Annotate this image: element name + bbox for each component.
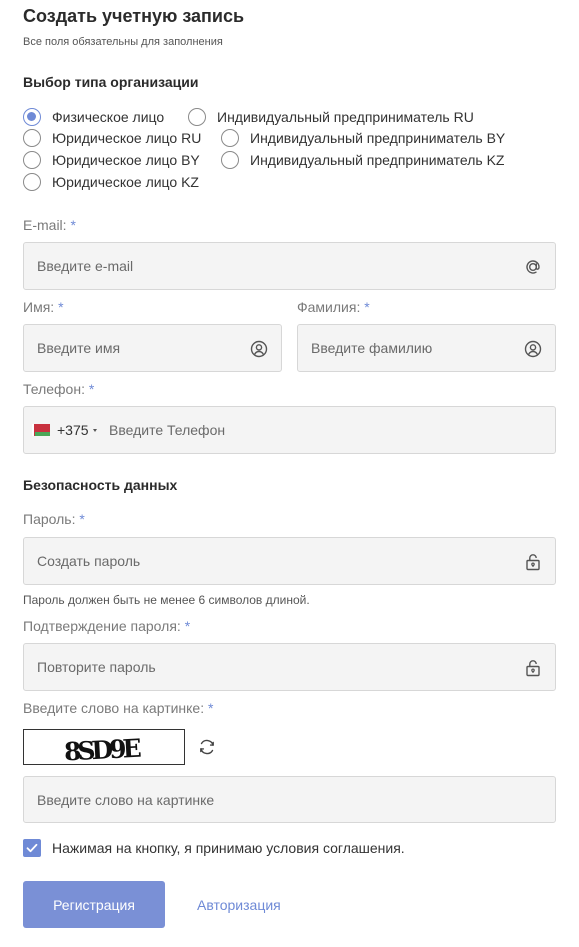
login-link[interactable]: Авторизация: [197, 897, 281, 913]
checkmark-icon: [26, 843, 38, 853]
first-name-label: Имя: *: [23, 299, 64, 315]
radio-circle: [221, 151, 239, 169]
agreement-checkbox[interactable]: [23, 839, 41, 857]
radio-circle: [23, 151, 41, 169]
page-title: Создать учетную запись: [23, 6, 245, 26]
security-heading: Безопасность данных: [23, 477, 178, 493]
radio-legal-ru[interactable]: Юридическое лицо RU: [23, 128, 201, 148]
country-code: +375: [57, 422, 89, 438]
radio-label: Юридическое лицо KZ: [52, 174, 199, 190]
password-field-wrap: [23, 537, 556, 585]
captcha-distorted-text: 8SD9E: [63, 734, 141, 765]
refresh-icon[interactable]: [197, 737, 217, 757]
last-name-field[interactable]: [298, 325, 555, 371]
confirm-password-field[interactable]: [24, 644, 555, 690]
lock-icon: [526, 554, 540, 571]
radio-circle: [23, 108, 41, 126]
password-field[interactable]: [24, 538, 555, 584]
email-field[interactable]: [24, 243, 555, 289]
email-label-text: E-mail:: [23, 217, 67, 233]
chevron-down-icon: [92, 428, 97, 432]
radio-label: Индивидуальный предприниматель KZ: [250, 152, 505, 168]
first-name-field[interactable]: [24, 325, 281, 371]
captcha-field[interactable]: [24, 777, 555, 822]
password-label: Пароль: *: [23, 511, 85, 527]
required-mark: *: [88, 381, 95, 397]
required-mark: *: [208, 700, 214, 716]
radio-legal-by[interactable]: Юридическое лицо BY: [23, 150, 200, 170]
radio-ip-kz[interactable]: Индивидуальный предприниматель KZ: [221, 150, 504, 170]
required-mark: *: [79, 511, 85, 527]
captcha-label: Введите слово на картинке: *: [23, 700, 213, 716]
email-field-wrap: [23, 242, 556, 290]
user-circle-icon: [250, 340, 268, 358]
radio-label: Физическое лицо: [52, 109, 165, 125]
phone-label: Телефон: *: [23, 381, 94, 397]
last-name-label: Фамилия: *: [297, 299, 370, 315]
radio-label: Индивидуальный предприниматель BY: [250, 130, 506, 146]
confirm-password-field-wrap: [23, 643, 556, 691]
radio-circle: [188, 108, 206, 126]
radio-label: Юридическое лицо RU: [52, 130, 202, 146]
first-name-label-text: Имя:: [23, 299, 55, 315]
required-mark: *: [364, 299, 370, 315]
radio-circle: [23, 129, 41, 147]
confirm-password-label: Подтверждение пароля: *: [23, 618, 190, 634]
at-sign-icon: [526, 260, 540, 274]
radio-ip-ru[interactable]: Индивидуальный предприниматель RU: [188, 107, 474, 127]
confirm-password-label-text: Подтверждение пароля:: [23, 618, 181, 634]
agreement-label: Нажимая на кнопку, я принимаю условия со…: [52, 840, 405, 856]
lock-icon: [526, 660, 540, 677]
required-mark: *: [58, 299, 64, 315]
svg-text:8SD9E: 8SD9E: [63, 734, 141, 765]
phone-label-text: Телефон:: [23, 381, 85, 397]
country-code-select[interactable]: +375: [24, 407, 102, 453]
required-mark: *: [184, 618, 191, 634]
page-subtitle: Все поля обязательны для заполнения: [23, 36, 223, 48]
org-type-heading: Выбор типа организации: [23, 74, 199, 90]
last-name-field-wrap: [297, 324, 556, 372]
radio-legal-kz[interactable]: Юридическое лицо KZ: [23, 172, 199, 192]
last-name-label-text: Фамилия:: [297, 299, 361, 315]
phone-field[interactable]: [24, 407, 555, 453]
radio-label: Юридическое лицо BY: [52, 152, 200, 168]
radio-circle: [221, 129, 239, 147]
user-circle-icon: [524, 340, 542, 358]
required-mark: *: [70, 217, 76, 233]
first-name-field-wrap: [23, 324, 282, 372]
belarus-flag-icon: [32, 424, 50, 436]
captcha-label-text: Введите слово на картинке:: [23, 700, 205, 716]
password-label-text: Пароль:: [23, 511, 76, 527]
captcha-image: 8SD9E: [23, 729, 185, 765]
radio-label: Индивидуальный предприниматель RU: [217, 109, 474, 125]
captcha-field-wrap: [23, 776, 556, 823]
radio-circle: [23, 173, 41, 191]
email-label: E-mail: *: [23, 217, 76, 233]
radio-ip-by[interactable]: Индивидуальный предприниматель BY: [221, 128, 505, 148]
phone-field-wrap: +375: [23, 406, 556, 454]
register-button[interactable]: Регистрация: [23, 881, 165, 928]
radio-individual[interactable]: Физическое лицо: [23, 107, 164, 127]
password-hint: Пароль должен быть не менее 6 символов д…: [23, 593, 310, 607]
